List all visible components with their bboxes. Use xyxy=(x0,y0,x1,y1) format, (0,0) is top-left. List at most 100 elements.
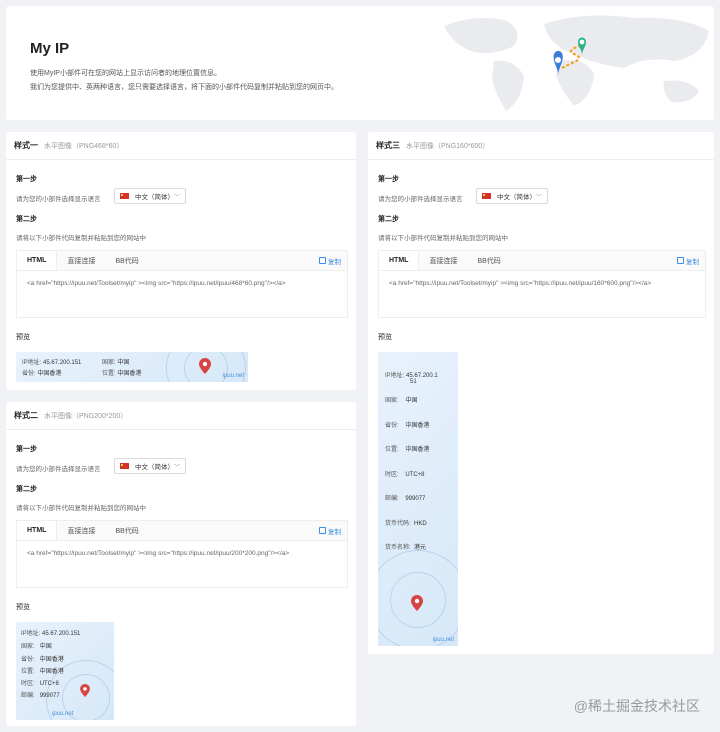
style2-tab-bbcode[interactable]: BB代码 xyxy=(105,521,148,540)
pv2-zip: 邮编: 999077 xyxy=(21,693,60,699)
style3-code-text[interactable]: <a href="https://ipuu.net/Toolset/myip" … xyxy=(379,271,705,297)
china-flag-icon xyxy=(120,193,129,199)
watermark: @稀土掘金技术社区 xyxy=(573,698,700,714)
style1-header: 样式一 水平图像（PNG468*60） xyxy=(6,132,356,160)
pv2-timezone: 时区: UTC+8 xyxy=(21,681,59,687)
hero-description-line1: 使用MyIP小部件可在您的网站上显示访问者的地理位置信息。 xyxy=(30,70,221,77)
style3-title: 样式三 xyxy=(376,141,400,150)
pv3-province: 省份: 中国香港 xyxy=(385,423,430,429)
hero-description-line2: 我们为您提供中、英两种语言，您只需要选择语言，将下面的小部件代码复制并粘贴到您的… xyxy=(30,84,338,91)
style3-step1-hint: 请为您的小部件选择显示语言 xyxy=(378,196,463,203)
style3-code-tabs: HTML 直接连接 BB代码 复制 xyxy=(379,251,705,271)
style2-code-tabs: HTML 直接连接 BB代码 复制 xyxy=(17,521,347,541)
style2-language-value: 中文（简体） xyxy=(135,464,174,471)
style3-preview-image: IP地址: 45.67.200.1 51 国家: 中国 省份: 中国香港 位置:… xyxy=(378,352,458,646)
location-pin-icon xyxy=(80,684,90,697)
pv1-province: 省份: 中国香港 xyxy=(22,371,62,377)
style3-brand: ipuu.net xyxy=(432,637,454,643)
style2-step2-title: 第二步 xyxy=(16,486,37,493)
location-pin-icon xyxy=(199,358,211,374)
style3-step2-title: 第二步 xyxy=(378,216,399,223)
style3-subtitle: 水平图像（PNG160*600） xyxy=(406,142,490,150)
style1-code-tabs: HTML 直接连接 BB代码 复制 xyxy=(17,251,347,271)
pv1-location: 位置: 中国香港 xyxy=(102,371,142,377)
style2-code-box: HTML 直接连接 BB代码 复制 <a href="https://ipuu.… xyxy=(16,520,348,588)
style3-preview-title: 预览 xyxy=(378,334,392,341)
style1-brand: ipuu.net xyxy=(222,373,244,379)
style2-step2-hint: 请将以下小部件代码复制并粘贴到您的网站中 xyxy=(16,505,146,512)
pv3-zip: 邮编: 999077 xyxy=(385,496,426,502)
copy-icon xyxy=(677,257,684,264)
style1-card: 样式一 水平图像（PNG468*60） 第一步 请为您的小部件选择显示语言 中文… xyxy=(6,132,356,390)
style3-copy-button[interactable]: 复制 xyxy=(677,251,705,270)
style3-language-select[interactable]: 中文（简体） ﹀ xyxy=(476,188,548,204)
style2-language-select[interactable]: 中文（简体） ﹀ xyxy=(114,458,186,474)
pv2-country: 国家: 中国 xyxy=(21,644,52,650)
style2-preview-image: IP地址: 45.67.200.151 国家: 中国 省份: 中国香港 位置: … xyxy=(16,622,114,720)
pv1-ip: IP地址: 45.67.200.151 xyxy=(22,360,82,366)
style1-tab-direct[interactable]: 直接连接 xyxy=(57,251,105,270)
style1-step2-title: 第二步 xyxy=(16,216,37,223)
style1-step2-hint: 请将以下小部件代码复制并粘贴到您的网站中 xyxy=(16,235,146,242)
style3-step1-title: 第一步 xyxy=(378,176,399,183)
pv2-province: 省份: 中国香港 xyxy=(21,657,64,663)
location-pin-icon xyxy=(411,595,423,611)
chevron-down-icon: ﹀ xyxy=(173,464,180,471)
style3-step2-hint: 请将以下小部件代码复制并粘贴到您的网站中 xyxy=(378,235,508,242)
style1-preview-title: 预览 xyxy=(16,334,30,341)
style2-copy-label: 复制 xyxy=(328,528,341,536)
style1-preview-image: IP地址: 45.67.200.151 国家: 中国 省份: 中国香港 位置: … xyxy=(16,352,248,382)
style1-tab-bbcode[interactable]: BB代码 xyxy=(105,251,148,270)
pv3-location: 位置: 中国香港 xyxy=(385,447,430,453)
pv3-ip-wrap: 51 xyxy=(410,379,417,385)
style3-card: 样式三 水平图像（PNG160*600） 第一步 请为您的小部件选择显示语言 中… xyxy=(368,132,714,654)
style1-subtitle: 水平图像（PNG468*60） xyxy=(44,142,124,150)
style2-header: 样式二 水平图像（PNG200*200） xyxy=(6,402,356,430)
style3-tab-direct[interactable]: 直接连接 xyxy=(419,251,467,270)
page-title: My IP xyxy=(30,40,70,57)
chevron-down-icon: ﹀ xyxy=(173,194,180,201)
hero-banner: My IP 使用MyIP小部件可在您的网站上显示访问者的地理位置信息。 我们为您… xyxy=(6,6,714,120)
style3-language-value: 中文（简体） xyxy=(497,194,536,201)
style2-copy-button[interactable]: 复制 xyxy=(319,521,347,540)
style2-card: 样式二 水平图像（PNG200*200） 第一步 请为您的小部件选择显示语言 中… xyxy=(6,402,356,726)
style2-step1-hint: 请为您的小部件选择显示语言 xyxy=(16,466,101,473)
style2-brand: ipuu.net xyxy=(52,711,74,717)
style3-copy-label: 复制 xyxy=(686,258,699,266)
style2-step1-title: 第一步 xyxy=(16,446,37,453)
china-flag-icon xyxy=(120,463,129,469)
pv2-ip: IP地址: 45.67.200.151 xyxy=(21,631,81,637)
style1-copy-button[interactable]: 复制 xyxy=(319,251,347,270)
pv3-timezone: 时区: UTC+8 xyxy=(385,472,425,478)
style1-code-box: HTML 直接连接 BB代码 复制 <a href="https://ipuu.… xyxy=(16,250,348,318)
pv1-country: 国家: 中国 xyxy=(102,360,130,366)
style2-subtitle: 水平图像（PNG200*200） xyxy=(44,412,128,420)
style3-tab-html[interactable]: HTML xyxy=(379,251,420,270)
pv3-currency-code: 货币代码: HKD xyxy=(385,521,427,527)
style3-tab-bbcode[interactable]: BB代码 xyxy=(467,251,510,270)
style3-code-box: HTML 直接连接 BB代码 复制 <a href="https://ipuu.… xyxy=(378,250,706,318)
style2-preview-title: 预览 xyxy=(16,604,30,611)
style2-title: 样式二 xyxy=(14,411,38,420)
style1-title: 样式一 xyxy=(14,141,38,150)
china-flag-icon xyxy=(482,193,491,199)
pv3-country: 国家: 中国 xyxy=(385,398,418,404)
copy-icon xyxy=(319,527,326,534)
style1-tab-html[interactable]: HTML xyxy=(17,251,58,270)
style2-code-text[interactable]: <a href="https://ipuu.net/Toolset/myip" … xyxy=(17,541,347,567)
pv3-currency-name: 货币名称: 港元 xyxy=(385,545,427,551)
style2-tab-html[interactable]: HTML xyxy=(17,521,58,540)
copy-icon xyxy=(319,257,326,264)
style3-header: 样式三 水平图像（PNG160*600） xyxy=(368,132,714,160)
style1-step1-hint: 请为您的小部件选择显示语言 xyxy=(16,196,101,203)
pv3-ip: IP地址: 45.67.200.1 xyxy=(385,373,438,379)
style1-step1-title: 第一步 xyxy=(16,176,37,183)
pv2-location: 位置: 中国香港 xyxy=(21,669,64,675)
world-map-illustration xyxy=(444,15,709,111)
style1-language-value: 中文（简体） xyxy=(135,194,174,201)
style1-language-select[interactable]: 中文（简体） ﹀ xyxy=(114,188,186,204)
style1-copy-label: 复制 xyxy=(328,258,341,266)
style1-code-text[interactable]: <a href="https://ipuu.net/Toolset/myip" … xyxy=(17,271,347,297)
style2-tab-direct[interactable]: 直接连接 xyxy=(57,521,105,540)
chevron-down-icon: ﹀ xyxy=(535,194,542,201)
